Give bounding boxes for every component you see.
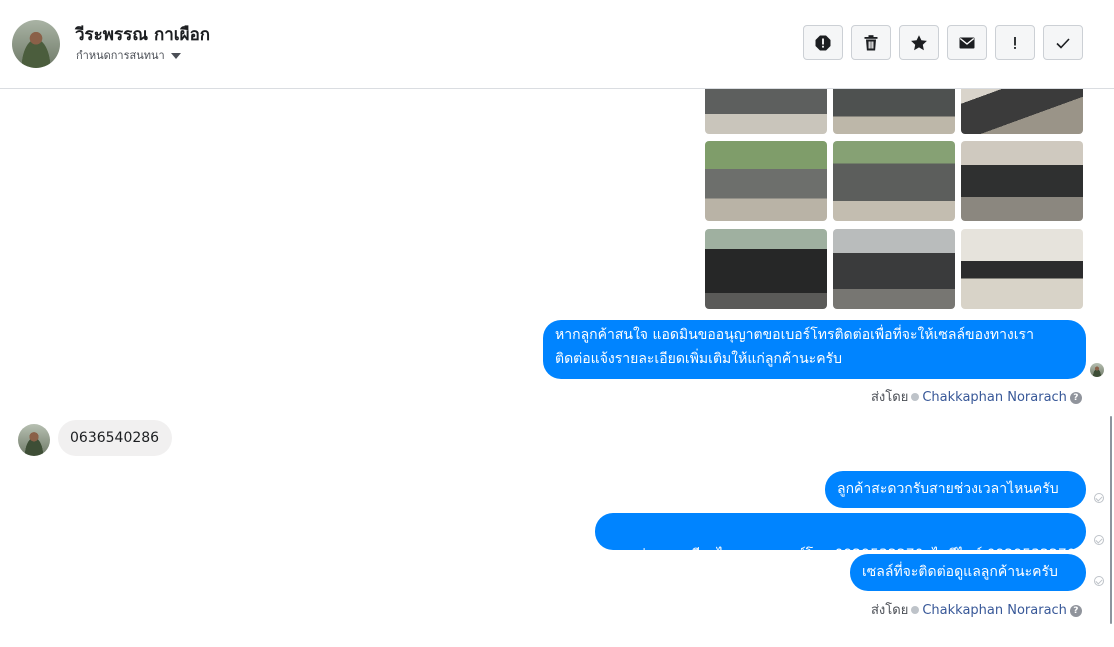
message-text: 0636540286 [70,430,160,446]
customer-avatar[interactable] [18,424,50,456]
car-photo-dashboard[interactable] [961,141,1083,221]
message-text: เซลล์ที่จะติดต่อดูแลลูกค้านะครับ [862,564,1058,580]
seen-avatar [1090,363,1104,377]
delete-button[interactable] [851,25,891,60]
car-photo-door-panel[interactable] [961,229,1083,309]
mark-unread-button[interactable] [947,25,987,60]
conversation-schedule-dropdown[interactable]: กำหนดการสนทนา [76,46,181,64]
exclamation-icon [1014,36,1016,49]
car-photo-steering-wheel[interactable] [705,229,827,309]
outgoing-message-bubble[interactable]: หากลูกค้าสนใจ แอดมินขออนุญาตขอเบอร์โทรติ… [543,320,1086,379]
star-icon [911,34,927,50]
sent-by-label: ส่งโดย Chakkaphan Norarach? [871,599,1082,620]
verified-icon [911,392,920,401]
help-icon[interactable]: ? [1069,391,1082,404]
outgoing-message-bubble[interactable]: คุณรุ่งนภา ศรีหะไตร เบอร์โทร 0929532270 … [595,513,1086,563]
conversation-schedule-label: กำหนดการสนทนา [76,49,165,62]
mark-done-button[interactable] [1043,25,1083,60]
help-icon[interactable]: ? [1069,604,1082,617]
contact-avatar[interactable] [12,20,60,68]
mail-icon [959,37,975,48]
agent-name-link[interactable]: Chakkaphan Norarach [922,390,1067,405]
trash-icon [864,34,878,50]
mark-important-button[interactable] [995,25,1035,60]
agent-name-link[interactable]: Chakkaphan Norarach [922,603,1067,618]
report-button[interactable] [803,25,843,60]
outgoing-message-bubble[interactable]: เซลล์ที่จะติดต่อดูแลลูกค้านะครับ [850,554,1086,591]
car-photo-rear-quarter[interactable] [833,141,955,221]
sent-by-prefix: ส่งโดย [871,390,909,405]
check-icon [1056,37,1070,49]
delivered-check-icon [1094,493,1104,503]
verified-icon [911,605,920,614]
conversation-header: วีระพรรณ กาเผือก กำหนดการสนทนา [0,0,1114,89]
outgoing-message-bubble[interactable]: ลูกค้าสะดวกรับสายช่วงเวลาไหนครับ [825,471,1086,508]
sent-by-label: ส่งโดย Chakkaphan Norarach? [871,386,1082,407]
sent-by-prefix: ส่งโดย [871,603,909,618]
message-text-line: ติดต่อแจ้งรายละเอียดเพิ่มเติมให้แก่ลูกค้… [555,351,842,367]
delivered-check-icon [1094,576,1104,586]
car-photo-interior-seat[interactable] [833,229,955,309]
report-icon [815,35,831,50]
delivered-check-icon [1094,535,1104,545]
incoming-message-bubble[interactable]: 0636540286 [58,420,172,456]
star-button[interactable] [899,25,939,60]
message-text: ลูกค้าสะดวกรับสายช่วงเวลาไหนครับ [837,481,1059,497]
caret-down-icon [170,53,181,59]
scrollbar[interactable] [1110,416,1112,624]
contact-name[interactable]: วีระพรรณ กาเผือก [75,21,210,48]
message-text-line: หากลูกค้าสนใจ แอดมินขออนุญาตขอเบอร์โทรติ… [555,327,1034,343]
car-photo-side[interactable] [705,141,827,221]
